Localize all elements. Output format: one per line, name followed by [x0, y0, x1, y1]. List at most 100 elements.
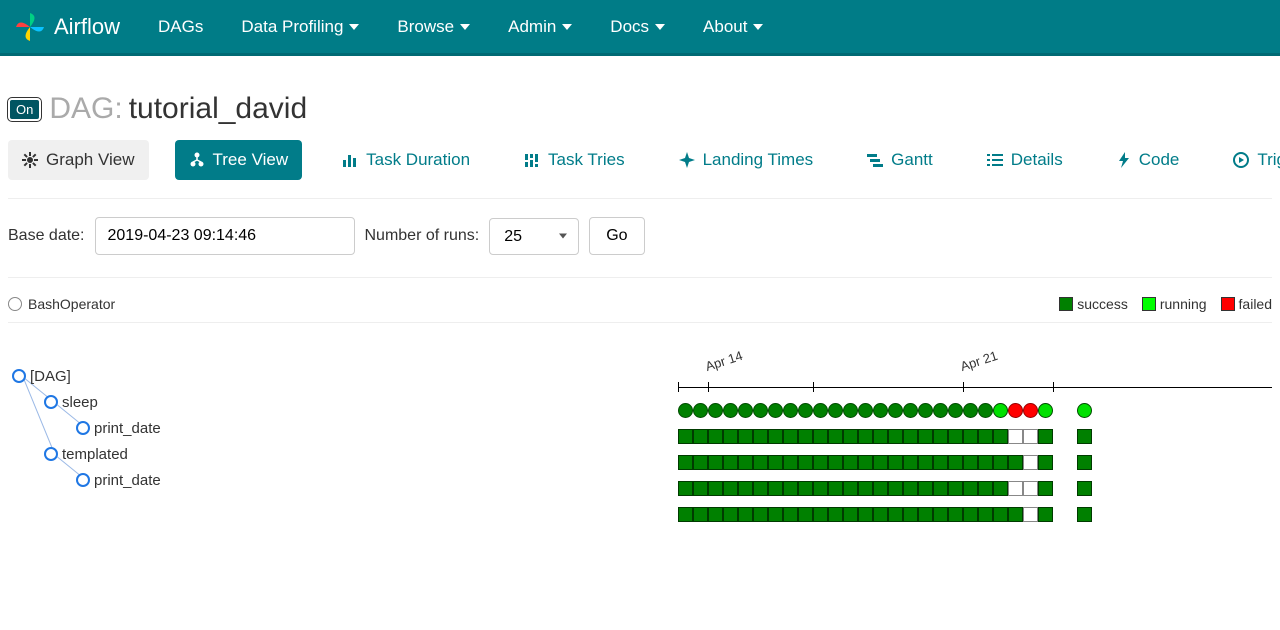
status-cell[interactable]: [933, 429, 948, 444]
status-cell[interactable]: [993, 429, 1008, 444]
tab-code[interactable]: Code: [1103, 140, 1194, 180]
status-cell[interactable]: [678, 403, 693, 418]
status-cell[interactable]: [858, 507, 873, 522]
status-cell[interactable]: [1023, 429, 1038, 444]
status-cell[interactable]: [828, 455, 843, 470]
status-cell[interactable]: [963, 481, 978, 496]
status-cell[interactable]: [843, 403, 858, 418]
status-cell[interactable]: [1038, 455, 1053, 470]
status-cell[interactable]: [723, 429, 738, 444]
status-cell[interactable]: [753, 455, 768, 470]
status-cell[interactable]: [723, 507, 738, 522]
status-cell[interactable]: [768, 507, 783, 522]
status-cell[interactable]: [963, 429, 978, 444]
tree-node-print-date-2[interactable]: print_date: [76, 467, 678, 493]
status-cell[interactable]: [978, 455, 993, 470]
status-cell[interactable]: [918, 507, 933, 522]
status-cell[interactable]: [813, 507, 828, 522]
status-cell[interactable]: [918, 455, 933, 470]
status-cell[interactable]: [738, 403, 753, 418]
status-cell[interactable]: [933, 507, 948, 522]
status-cell[interactable]: [738, 429, 753, 444]
status-cell[interactable]: [888, 481, 903, 496]
status-cell[interactable]: [933, 403, 948, 418]
status-cell[interactable]: [993, 403, 1008, 418]
status-cell[interactable]: [753, 507, 768, 522]
status-cell[interactable]: [708, 507, 723, 522]
status-cell[interactable]: [993, 507, 1008, 522]
tab-landing-times[interactable]: Landing Times: [665, 140, 828, 180]
status-cell[interactable]: [783, 507, 798, 522]
status-cell[interactable]: [963, 455, 978, 470]
status-cell[interactable]: [693, 403, 708, 418]
status-cell[interactable]: [903, 429, 918, 444]
status-cell[interactable]: [798, 481, 813, 496]
status-cell[interactable]: [1038, 403, 1053, 418]
status-cell[interactable]: [828, 403, 843, 418]
status-cell[interactable]: [738, 507, 753, 522]
status-cell[interactable]: [768, 481, 783, 496]
status-cell[interactable]: [903, 481, 918, 496]
status-cell[interactable]: [693, 481, 708, 496]
status-cell[interactable]: [1008, 455, 1023, 470]
status-cell[interactable]: [768, 429, 783, 444]
nav-browse[interactable]: Browse: [397, 17, 470, 37]
status-cell[interactable]: [783, 429, 798, 444]
tree-node-root[interactable]: [DAG]: [12, 363, 678, 389]
status-cell[interactable]: [1077, 481, 1092, 496]
status-cell[interactable]: [843, 507, 858, 522]
status-cell[interactable]: [858, 455, 873, 470]
status-cell[interactable]: [873, 455, 888, 470]
status-cell[interactable]: [1077, 507, 1092, 522]
status-cell[interactable]: [723, 481, 738, 496]
tab-task-tries[interactable]: Task Tries: [510, 140, 639, 180]
status-cell[interactable]: [903, 507, 918, 522]
status-cell[interactable]: [813, 481, 828, 496]
status-cell[interactable]: [678, 507, 693, 522]
status-cell[interactable]: [738, 455, 753, 470]
status-cell[interactable]: [783, 403, 798, 418]
status-cell[interactable]: [768, 455, 783, 470]
nav-admin[interactable]: Admin: [508, 17, 572, 37]
go-button[interactable]: Go: [589, 217, 644, 255]
status-cell[interactable]: [753, 481, 768, 496]
status-cell[interactable]: [798, 429, 813, 444]
status-cell[interactable]: [708, 429, 723, 444]
status-cell[interactable]: [1023, 507, 1038, 522]
status-cell[interactable]: [843, 429, 858, 444]
status-cell[interactable]: [858, 403, 873, 418]
dag-toggle[interactable]: On: [8, 98, 41, 121]
status-cell[interactable]: [978, 429, 993, 444]
status-cell[interactable]: [813, 429, 828, 444]
status-cell[interactable]: [948, 429, 963, 444]
status-cell[interactable]: [708, 481, 723, 496]
status-cell[interactable]: [678, 481, 693, 496]
status-cell[interactable]: [978, 481, 993, 496]
tree-node-templated[interactable]: templated: [44, 441, 678, 467]
status-cell[interactable]: [963, 403, 978, 418]
status-cell[interactable]: [873, 507, 888, 522]
status-cell[interactable]: [1008, 403, 1023, 418]
status-cell[interactable]: [978, 403, 993, 418]
status-cell[interactable]: [918, 429, 933, 444]
status-cell[interactable]: [693, 507, 708, 522]
status-cell[interactable]: [828, 507, 843, 522]
status-cell[interactable]: [918, 403, 933, 418]
status-cell[interactable]: [678, 455, 693, 470]
status-cell[interactable]: [888, 403, 903, 418]
tree-node-sleep[interactable]: sleep: [44, 389, 678, 415]
status-cell[interactable]: [948, 403, 963, 418]
nav-about[interactable]: About: [703, 17, 763, 37]
status-cell[interactable]: [888, 429, 903, 444]
status-cell[interactable]: [798, 455, 813, 470]
status-cell[interactable]: [858, 481, 873, 496]
status-cell[interactable]: [948, 507, 963, 522]
status-cell[interactable]: [678, 429, 693, 444]
status-cell[interactable]: [1023, 481, 1038, 496]
status-cell[interactable]: [933, 481, 948, 496]
status-cell[interactable]: [783, 481, 798, 496]
num-runs-select[interactable]: 25: [489, 218, 579, 255]
status-cell[interactable]: [813, 403, 828, 418]
tab-tree-view[interactable]: Tree View: [175, 140, 303, 180]
status-cell[interactable]: [1023, 455, 1038, 470]
